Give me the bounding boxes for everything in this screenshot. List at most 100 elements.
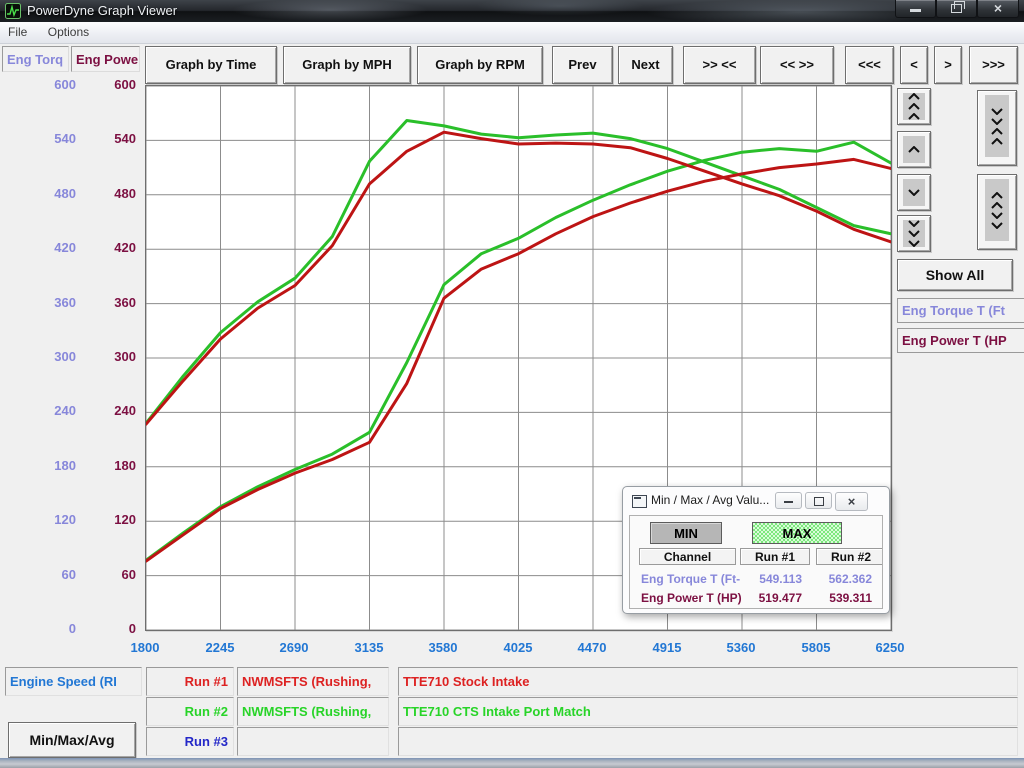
- chevron-up-icon: [991, 192, 1003, 199]
- chevron-up-icon: [991, 138, 1003, 145]
- dialog-minimize-icon[interactable]: [775, 492, 802, 509]
- dialog-restore-icon[interactable]: [805, 492, 832, 509]
- menu-file[interactable]: File: [0, 22, 35, 39]
- minmaxavg-button[interactable]: Min/Max/Avg: [8, 722, 136, 758]
- torque-channel-button[interactable]: Eng Torq: [2, 46, 69, 72]
- graph-by-rpm-button[interactable]: Graph by RPM: [417, 46, 543, 84]
- run3-label: Run #3: [146, 727, 234, 756]
- torque-axis-tick: 0: [18, 621, 76, 635]
- close-icon[interactable]: ×: [977, 0, 1019, 18]
- pan-left-fast-button[interactable]: <<<: [845, 46, 894, 84]
- minimize-icon[interactable]: [895, 0, 936, 18]
- run3-description: [398, 727, 1018, 756]
- rpm-axis-tick: 2690: [264, 640, 324, 656]
- power-axis-tick: 360: [84, 295, 136, 309]
- run2-column-header[interactable]: Run #2: [816, 548, 883, 565]
- chevron-down-icon: [991, 118, 1003, 125]
- y-zoom-in-button[interactable]: [977, 90, 1017, 166]
- show-all-button[interactable]: Show All: [897, 259, 1013, 291]
- restore-icon[interactable]: [936, 0, 977, 18]
- pan-right-button[interactable]: >: [934, 46, 962, 84]
- zoom-out-x-button[interactable]: << >>: [760, 46, 834, 84]
- chevron-down-icon: [991, 108, 1003, 115]
- power-axis-tick: 420: [84, 240, 136, 254]
- minmax-dialog: Min / Max / Avg Valu... × MIN MAX Channe…: [622, 486, 890, 614]
- power-axis-tick: 300: [84, 349, 136, 363]
- dialog-body: MIN MAX Channel Run #1 Run #2 Eng Torque…: [629, 515, 883, 609]
- torque-axis-tick: 240: [18, 403, 76, 417]
- chevron-down-icon: [908, 189, 920, 196]
- zoom-in-x-button[interactable]: >> <<: [683, 46, 756, 84]
- chevron-up-icon: [991, 128, 1003, 135]
- graph-by-time-button[interactable]: Graph by Time: [145, 46, 277, 84]
- title-bar: PowerDyne Graph Viewer ×: [0, 0, 1024, 22]
- powerdyne-window: PowerDyne Graph Viewer × File Options En…: [0, 0, 1024, 768]
- rpm-axis-tick: 3580: [413, 640, 473, 656]
- power-axis-tick: 180: [84, 458, 136, 472]
- torque-axis-tick: 420: [18, 240, 76, 254]
- torque-axis-tick: 60: [18, 567, 76, 581]
- run1-label: Run #1: [146, 667, 234, 696]
- dialog-icon: [632, 495, 647, 508]
- menu-bar: File Options: [0, 22, 1024, 44]
- chevron-up-icon: [908, 146, 920, 153]
- power-axis-tick: 480: [84, 186, 136, 200]
- menu-options[interactable]: Options: [40, 22, 97, 39]
- dialog-close-icon[interactable]: ×: [835, 492, 868, 511]
- torque-axis-tick: 480: [18, 186, 76, 200]
- torque-axis-tick: 300: [18, 349, 76, 363]
- channel-column-header[interactable]: Channel: [639, 548, 736, 565]
- prev-button[interactable]: Prev: [552, 46, 613, 84]
- window-title: PowerDyne Graph Viewer: [27, 3, 177, 18]
- power-channel-button[interactable]: Eng Powe: [71, 46, 140, 72]
- run2-description: TTE710 CTS Intake Port Match: [398, 697, 1018, 726]
- window-bottom-edge: [0, 758, 1024, 768]
- y-pan-up-button[interactable]: [897, 131, 931, 168]
- torque-axis-tick: 360: [18, 295, 76, 309]
- chevron-up-icon: [908, 103, 920, 110]
- chevron-up-icon: [991, 202, 1003, 209]
- torque-axis-channel-label: Eng Torque T (Ft: [897, 298, 1024, 323]
- y-pan-up-fast-button[interactable]: [897, 88, 931, 125]
- rpm-axis-tick: 3135: [339, 640, 399, 656]
- y-zoom-out-button[interactable]: [977, 174, 1017, 250]
- power-axis-tick: 120: [84, 512, 136, 526]
- chevron-down-icon: [991, 212, 1003, 219]
- chevron-down-icon: [908, 230, 920, 237]
- run3-file: [237, 727, 389, 756]
- chevron-up-icon: [908, 113, 920, 120]
- pan-left-button[interactable]: <: [900, 46, 928, 84]
- power-run2-max: 539.311: [790, 591, 872, 605]
- power-axis-tick: 0: [84, 621, 136, 635]
- rpm-axis-tick: 5360: [711, 640, 771, 656]
- rpm-axis-tick: 2245: [190, 640, 250, 656]
- rpm-axis-tick: 4025: [488, 640, 548, 656]
- chevron-down-icon: [991, 222, 1003, 229]
- run1-column-header[interactable]: Run #1: [740, 548, 810, 565]
- torque-axis-tick: 540: [18, 131, 76, 145]
- power-axis-tick: 60: [84, 567, 136, 581]
- torque-axis-tick: 120: [18, 512, 76, 526]
- power-axis-tick: 240: [84, 403, 136, 417]
- pan-right-fast-button[interactable]: >>>: [969, 46, 1018, 84]
- rpm-axis-tick: 5805: [786, 640, 846, 656]
- torque-axis-tick: 180: [18, 458, 76, 472]
- graph-by-mph-button[interactable]: Graph by MPH: [283, 46, 411, 84]
- power-axis-channel-label: Eng Power T (HP: [897, 328, 1024, 353]
- app-icon: [5, 3, 21, 19]
- run1-description: TTE710 Stock Intake: [398, 667, 1018, 696]
- dialog-title: Min / Max / Avg Valu...: [651, 493, 769, 507]
- power-axis-tick: 600: [84, 77, 136, 91]
- chevron-down-icon: [908, 240, 920, 247]
- torque-run2-max: 562.362: [790, 572, 872, 586]
- power-axis-tick: 540: [84, 131, 136, 145]
- rpm-axis-tick: 4470: [562, 640, 622, 656]
- min-tab-button[interactable]: MIN: [650, 522, 722, 544]
- max-tab-button[interactable]: MAX: [752, 522, 842, 544]
- y-pan-down-button[interactable]: [897, 174, 931, 211]
- next-button[interactable]: Next: [618, 46, 673, 84]
- x-channel-box: Engine Speed (RI: [5, 667, 142, 696]
- run2-file: NWMSFTS (Rushing,: [237, 697, 389, 726]
- y-pan-down-fast-button[interactable]: [897, 215, 931, 252]
- rpm-axis-tick: 4915: [637, 640, 697, 656]
